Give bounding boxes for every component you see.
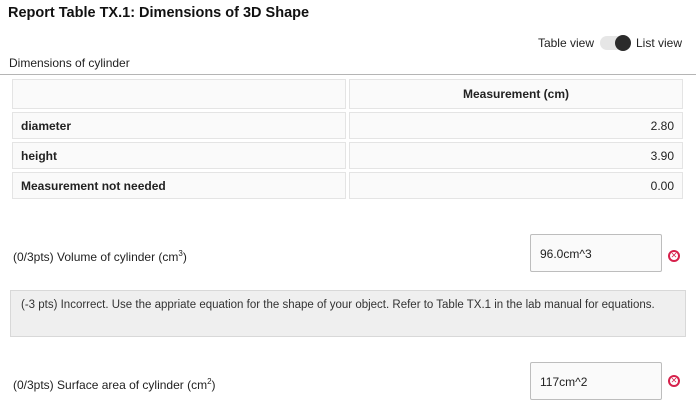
surface-area-answer-field[interactable]: 117cm^2 [530, 362, 662, 400]
row-label: height [12, 142, 346, 169]
x-glyph: ✕ [670, 251, 678, 260]
feedback-box: (-3 pts) Incorrect. Use the appriate equ… [10, 290, 686, 337]
view-toggle[interactable]: Table view List view [538, 35, 682, 51]
table-row: height 3.90 [12, 142, 683, 169]
volume-points: (0/3pts) [13, 250, 54, 264]
list-view-label[interactable]: List view [636, 36, 682, 50]
incorrect-icon: ✕ [668, 250, 680, 262]
table-header-empty [12, 79, 346, 109]
row-label: Measurement not needed [12, 172, 346, 199]
table-row: diameter 2.80 [12, 112, 683, 139]
surface-area-points: (0/3pts) [13, 378, 54, 392]
table-header-measurement: Measurement (cm) [349, 79, 683, 109]
report-title: Report Table TX.1: Dimensions of 3D Shap… [8, 5, 310, 21]
surface-area-label-end: ) [211, 378, 216, 392]
volume-question-label: (0/3pts) Volume of cylinder (cm3) [13, 249, 187, 264]
surface-area-label-text: Surface area of cylinder (cm [57, 378, 208, 392]
table-header-row: Measurement (cm) [12, 79, 683, 109]
volume-label-text: Volume of cylinder (cm [57, 250, 179, 264]
row-label: diameter [12, 112, 346, 139]
table-row: Measurement not needed 0.00 [12, 172, 683, 199]
table-caption: Dimensions of cylinder [9, 56, 130, 70]
dimensions-table: Measurement (cm) diameter 2.80 height 3.… [9, 76, 686, 202]
row-value: 3.90 [349, 142, 683, 169]
row-value: 0.00 [349, 172, 683, 199]
view-toggle-switch[interactable] [599, 35, 631, 51]
surface-area-question-label: (0/3pts) Surface area of cylinder (cm2) [13, 377, 216, 392]
toggle-knob [614, 35, 631, 51]
x-glyph: ✕ [670, 376, 678, 385]
volume-answer-field[interactable]: 96.0cm^3 [530, 234, 662, 272]
caption-divider [0, 74, 696, 75]
incorrect-icon: ✕ [668, 375, 680, 387]
table-view-label[interactable]: Table view [538, 36, 594, 50]
row-value: 2.80 [349, 112, 683, 139]
volume-label-end: ) [182, 250, 187, 264]
